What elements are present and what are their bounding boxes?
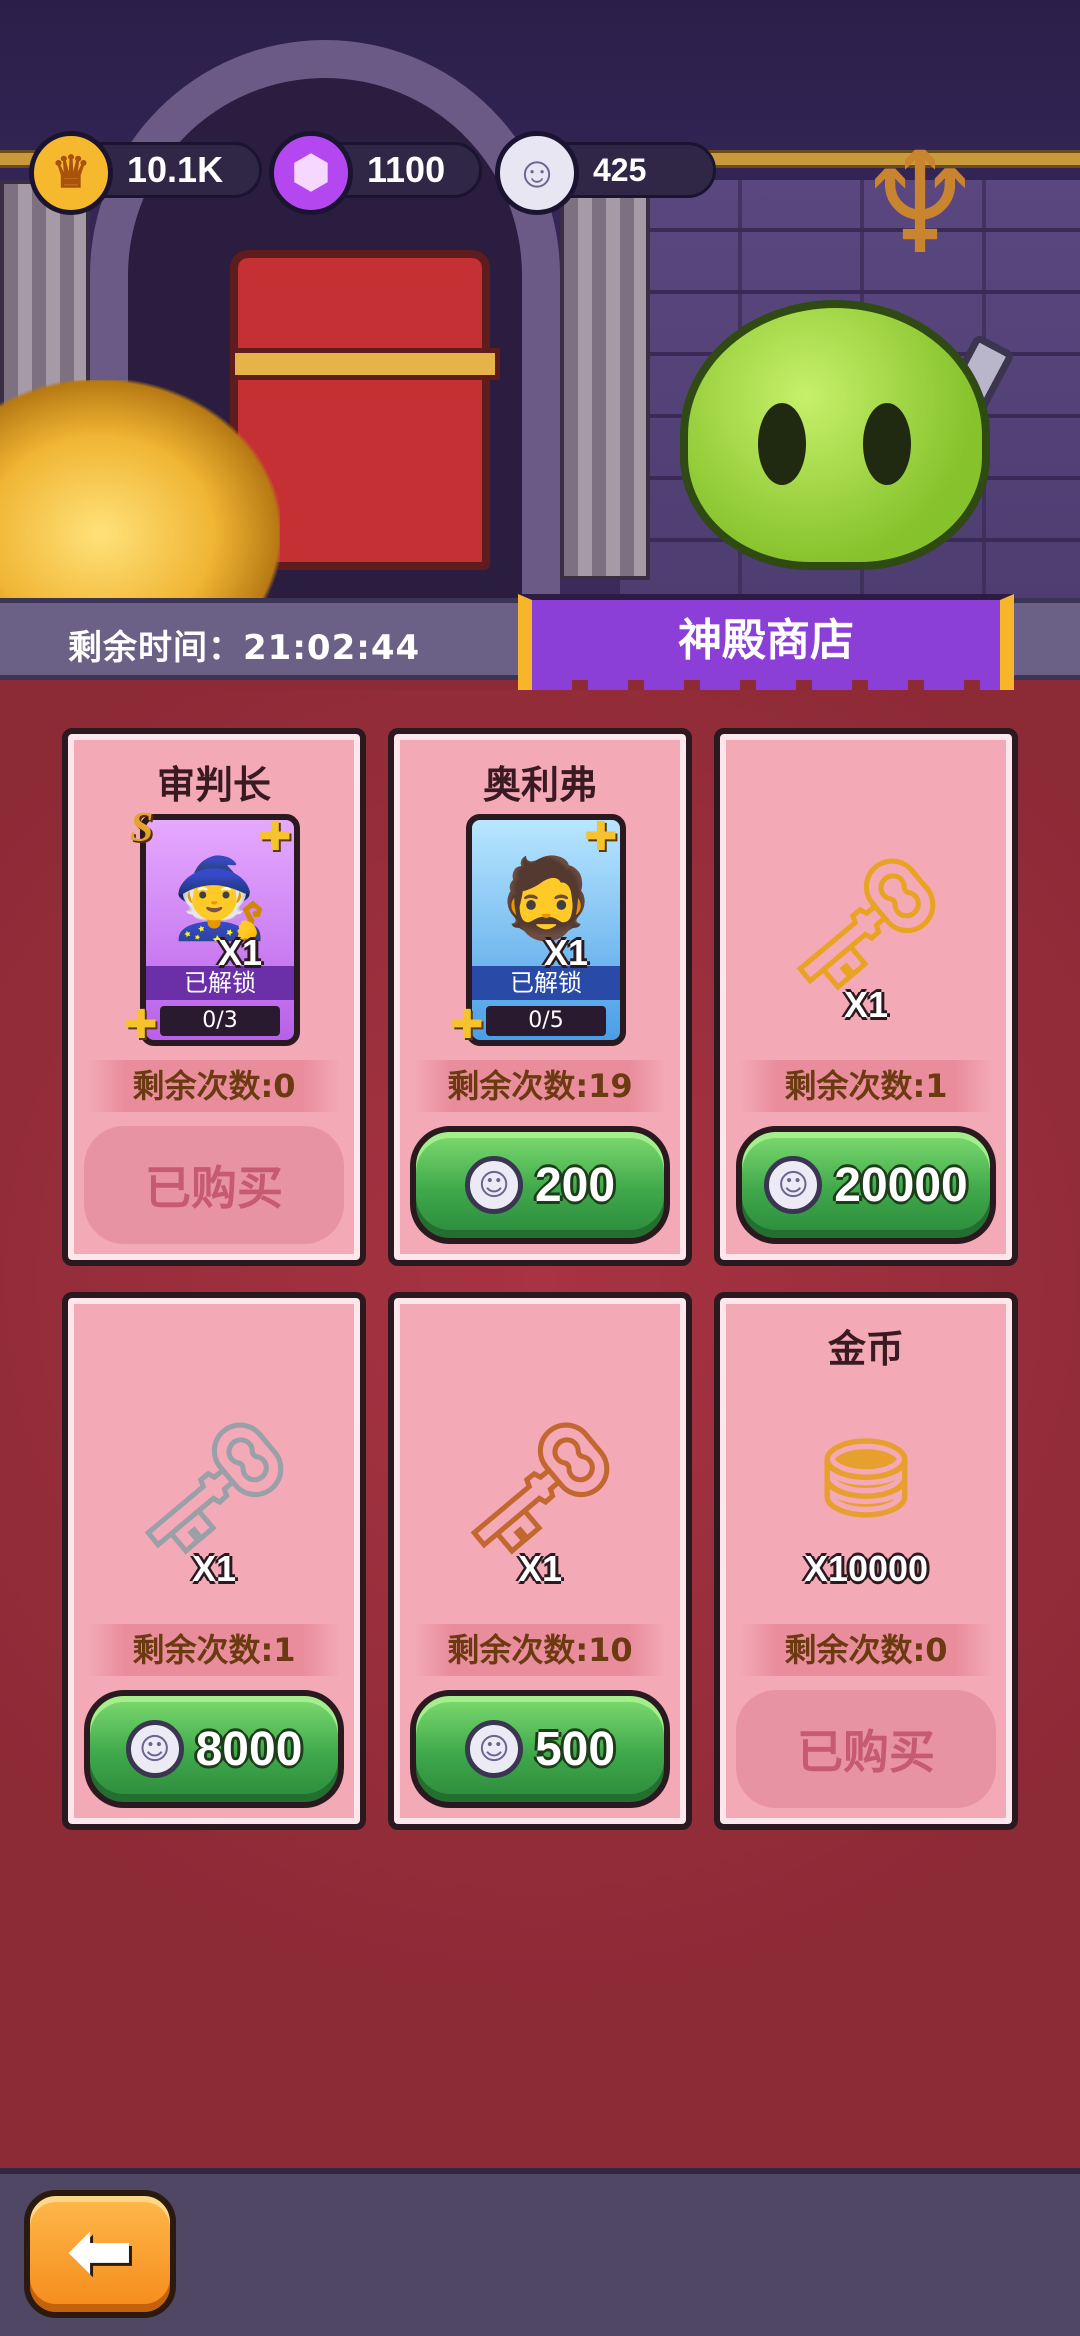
gold-pile-icon	[0, 380, 280, 600]
purple-gem-icon: ⬢	[269, 131, 353, 215]
shop-title: 神殿商店	[678, 615, 854, 666]
remaining-count: 剩余次数:0	[88, 1060, 340, 1112]
item-quantity: X1	[517, 1548, 563, 1589]
bought-label: 已购买	[797, 1725, 935, 1779]
item-name: 审判长	[156, 763, 271, 807]
item-name: 金币	[827, 1327, 904, 1371]
item-quantity: X10000	[803, 1548, 929, 1589]
gold-coins-icon: ⛃	[819, 1416, 913, 1544]
back-button[interactable]: ⬅	[24, 2190, 176, 2318]
puzzle-piece-icon: ✚	[258, 814, 292, 860]
shop-card-oliver[interactable]: 奥利弗 🧔 已解锁 0/5 ✚ ✚ X1 剩余次数:19 ☺ 200	[388, 728, 692, 1266]
shop-card-ruby-key[interactable]: 🗝 X1 剩余次数:1 ☺ 20000	[714, 728, 1018, 1266]
refresh-timer: 剩余时间：21:02:44	[68, 628, 421, 668]
soul-currency[interactable]: ☺ 425	[495, 131, 716, 215]
gem-amount: 1100	[367, 149, 446, 190]
gold-amount: 10.1K	[127, 149, 224, 190]
bottom-bar: ⬅	[0, 2168, 1080, 2336]
bought-button: 已购买	[736, 1690, 996, 1808]
remaining-count: 剩余次数:19	[414, 1060, 666, 1112]
puzzle-piece-icon: ✚	[450, 1002, 484, 1048]
crown-coin-icon: ♛	[29, 131, 113, 215]
price-label: 20000	[834, 1158, 968, 1212]
ruby-key-icon: 🗝	[783, 848, 949, 1000]
gold-currency[interactable]: ♛ 10.1K	[29, 131, 262, 215]
buy-button[interactable]: ☺ 8000	[84, 1690, 344, 1808]
soul-token-icon: ☺	[125, 1720, 184, 1778]
item-name: 奥利弗	[482, 763, 597, 807]
slime-mascot-icon	[680, 300, 990, 570]
price-label: 200	[534, 1158, 616, 1212]
price-label: 8000	[195, 1722, 303, 1776]
slime-eye-left	[758, 403, 806, 485]
remaining-count: 剩余次数:1	[88, 1624, 340, 1676]
winged-emblem-icon: ♆	[857, 123, 983, 286]
shop-card-bronze-key[interactable]: 🗝 X1 剩余次数:10 ☺ 500	[388, 1292, 692, 1830]
silver-key-icon: 🗝	[131, 1412, 297, 1564]
gem-currency[interactable]: ⬢ 1100	[269, 131, 482, 215]
soul-token-icon: ☺	[464, 1720, 523, 1778]
buy-button[interactable]: ☺ 200	[410, 1126, 670, 1244]
item-quantity: X1	[191, 1548, 237, 1589]
arrow-left-icon: ⬅	[66, 2204, 134, 2297]
shop-title-banner: 神殿商店	[518, 594, 1014, 698]
soul-amount: 425	[593, 152, 647, 188]
remaining-count: 剩余次数:0	[740, 1624, 992, 1676]
soul-token-icon: ☺	[764, 1156, 823, 1214]
buy-button[interactable]: ☺ 500	[410, 1690, 670, 1808]
item-quantity: X1	[843, 984, 889, 1025]
soul-token-icon: ☺	[495, 131, 579, 215]
slime-eye-right	[863, 403, 911, 485]
buy-button[interactable]: ☺ 20000	[736, 1126, 996, 1244]
shard-progress: 0/5	[486, 1006, 606, 1036]
rank-badge: S	[130, 805, 154, 851]
remaining-count: 剩余次数:10	[414, 1624, 666, 1676]
price-label: 500	[534, 1722, 616, 1776]
shop-card-silver-key[interactable]: 🗝 X1 剩余次数:1 ☺ 8000	[62, 1292, 366, 1830]
bought-button: 已购买	[84, 1126, 344, 1244]
puzzle-piece-icon: ✚	[584, 814, 618, 860]
bought-label: 已购买	[145, 1161, 283, 1215]
pillar-right	[560, 180, 650, 580]
bronze-key-icon: 🗝	[457, 1412, 623, 1564]
puzzle-piece-icon: ✚	[124, 1002, 158, 1048]
item-quantity: X1	[218, 932, 263, 973]
shard-progress: 0/3	[160, 1006, 280, 1036]
shop-card-gold-coins[interactable]: 金币 ⛃ X10000 剩余次数:0 已购买	[714, 1292, 1018, 1830]
remaining-count: 剩余次数:1	[740, 1060, 992, 1112]
soul-token-icon: ☺	[464, 1156, 523, 1214]
shop-card-judge[interactable]: 审判长 S 🧙 已解锁 0/3 ✚ ✚ X1 剩余次数:0 已购买	[62, 728, 366, 1266]
hero-banner: ♆	[0, 0, 1080, 600]
item-quantity: X1	[544, 932, 589, 973]
